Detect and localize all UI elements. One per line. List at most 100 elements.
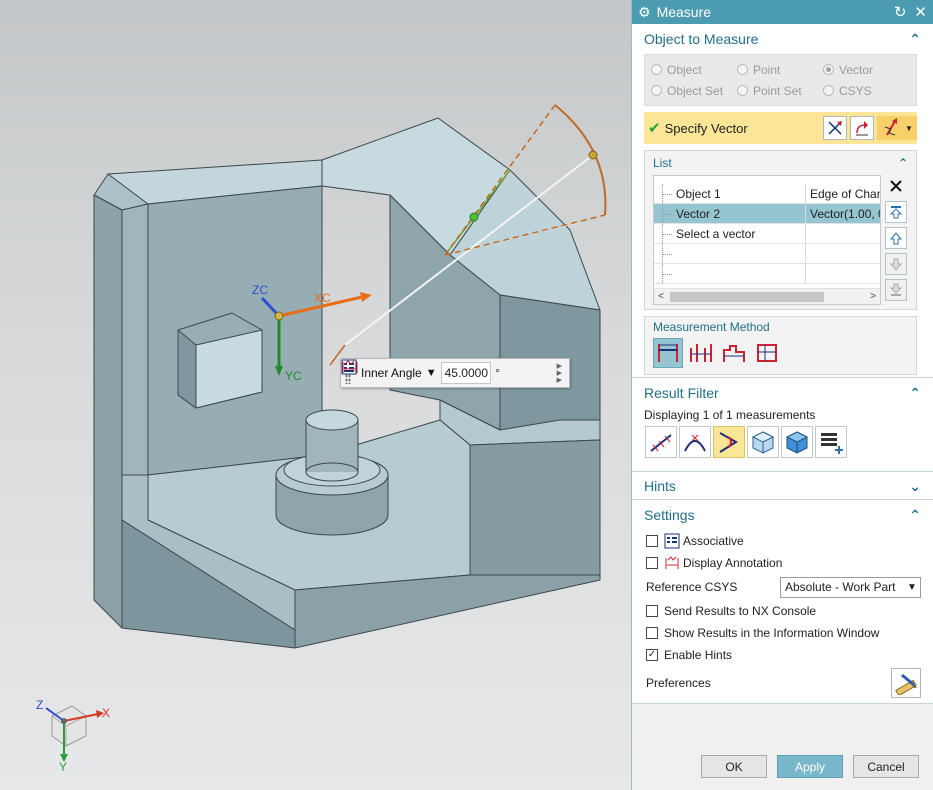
show-results-label: Show Results in the Information Window [664,626,880,640]
graphics-viewport[interactable]: XC YC ZC X Y Z Inner Angle ▼ 45.0000 ° ▶… [0,0,631,790]
scroll-left-icon[interactable]: < [654,291,668,302]
method-along-icon [723,345,745,362]
reference-csys-select[interactable]: Absolute - Work Part ▼ [780,576,921,598]
method-projected-icon [757,344,777,362]
radio-label: Object [667,62,702,77]
filter-angle-button[interactable] [713,426,745,458]
inline-measure-widget: Inner Angle ▼ 45.0000 ° ▶ ▶ ▶ [340,358,570,388]
scroll-thumb[interactable] [670,291,824,302]
angle-unit: ° [495,366,501,380]
ok-button[interactable]: OK [701,755,767,778]
list-header[interactable]: List ⌃ [645,151,916,175]
gear-icon[interactable]: ⚙ [638,4,651,21]
dialog-titlebar[interactable]: ⚙ Measure ↻ ✕ [632,0,933,24]
show-results-checkbox[interactable] [646,627,658,639]
move-down-button[interactable] [885,253,907,275]
measure-type-select[interactable]: Inner Angle ▼ [361,366,437,380]
group-title: Result Filter [644,385,719,401]
dropdown-arrow-icon: ▼ [907,581,917,593]
angle-value-field[interactable]: 45.0000 [440,362,491,384]
curve-length-icon [684,434,706,452]
ruler-pencil-icon [895,673,917,695]
annotation-button[interactable] [342,360,551,383]
move-to-top-button[interactable] [885,201,907,223]
filter-area-button[interactable] [747,426,779,458]
associative-checkbox[interactable] [646,535,658,547]
list-item[interactable]: Object 1 Edge of Chamfer(2) [654,184,880,204]
associative-option[interactable]: Associative [632,530,933,552]
enable-hints-option[interactable]: ✓ Enable Hints [632,644,933,666]
method-along-button[interactable] [719,338,749,368]
radio-point-set[interactable]: Point Set [737,84,823,98]
scroll-right-icon[interactable]: > [866,291,880,302]
list-item-value: Edge of Chamfer(2) [810,187,880,201]
expand-chevron-icon[interactable]: ⌄ [909,478,921,495]
radio-point[interactable]: Point [737,63,823,77]
hints-header[interactable]: Hints ⌄ [632,472,933,500]
method-projected-button[interactable] [752,338,782,368]
move-to-bottom-button[interactable] [885,279,907,301]
filter-curve-length-button[interactable] [679,426,711,458]
horizontal-scrollbar[interactable]: < > [654,288,880,304]
radio-label: CSYS [839,83,872,98]
reverse-direction-icon [856,121,868,136]
triad-z-label: Z [36,698,43,712]
dimension-annotation-icon [342,360,358,373]
remove-button[interactable] [885,175,907,197]
result-filter-group: Result Filter ⌃ Displaying 1 of 1 measur… [632,378,933,472]
cancel-button[interactable]: Cancel [853,755,919,778]
filter-distance-button[interactable] [645,426,677,458]
collapse-chevron-icon[interactable]: ⌃ [909,31,921,48]
preferences-label: Preferences [646,676,711,690]
result-filter-header[interactable]: Result Filter ⌃ [632,378,933,408]
list-item-selected[interactable]: Vector 2 Vector(1.00, 0.00, 0.00) [654,204,880,224]
information-button[interactable] [341,359,528,383]
measure-type-label: Inner Angle [361,366,422,380]
reverse-direction-button[interactable] [850,116,874,140]
settings-header[interactable]: Settings ⌃ [632,500,933,530]
send-results-checkbox[interactable] [646,605,658,617]
preferences-row: Preferences [632,666,933,700]
display-annotation-option[interactable]: Display Annotation [632,552,933,574]
radio-object[interactable]: Object [651,63,737,77]
angle-icon [719,432,738,453]
radio-object-set[interactable]: Object Set [651,84,737,98]
reset-icon[interactable]: ↻ [894,5,907,20]
view-triad: X Y Z [36,698,110,774]
collapse-chevron-icon[interactable]: ⌃ [909,385,921,402]
part-model: XC YC ZC X Y Z [36,104,607,774]
method-maximum-button[interactable] [686,338,716,368]
radio-csys[interactable]: CSYS [823,84,909,98]
measurement-method-label: Measurement Method [653,320,770,334]
radio-vector[interactable]: Vector [823,63,909,77]
object-to-measure-header[interactable]: Object to Measure ⌃ [632,24,933,54]
enable-hints-checkbox[interactable]: ✓ [646,649,658,661]
collapse-chevron-icon[interactable]: ⌃ [909,507,921,524]
apply-button[interactable]: Apply [777,755,843,778]
wcs-x-label: XC [314,291,331,305]
list-item[interactable]: Select a vector [654,224,880,244]
list-item-value [806,224,880,243]
send-results-option[interactable]: Send Results to NX Console [632,600,933,622]
checkmark-icon: ✔ [648,120,661,137]
move-bottom-icon [889,283,903,296]
filter-add-list-button[interactable] [815,426,847,458]
dialog-title: Measure [656,4,712,20]
filter-volume-button[interactable] [781,426,813,458]
vector-dialog-icon [884,118,898,136]
distance-icon [650,434,672,452]
move-up-button[interactable] [885,227,907,249]
vector-options-button[interactable]: ▼ [877,116,917,140]
method-minimum-button[interactable] [653,338,683,368]
preferences-button[interactable] [891,668,921,698]
inferred-vector-button[interactable] [823,116,847,140]
widget-options-icon[interactable]: ▶ ▶ ▶ [557,363,562,384]
display-annotation-checkbox[interactable] [646,557,658,569]
enable-hints-label: Enable Hints [664,648,733,662]
specify-vector-row[interactable]: ✔ Specify Vector ▼ [644,112,917,144]
show-results-option[interactable]: Show Results in the Information Window [632,622,933,644]
collapse-chevron-icon[interactable]: ⌃ [898,156,908,170]
display-annotation-label: Display Annotation [683,556,783,570]
selection-list[interactable]: Object 1 Edge of Chamfer(2) Vector 2 Vec… [653,175,881,305]
close-icon[interactable]: ✕ [914,5,927,20]
